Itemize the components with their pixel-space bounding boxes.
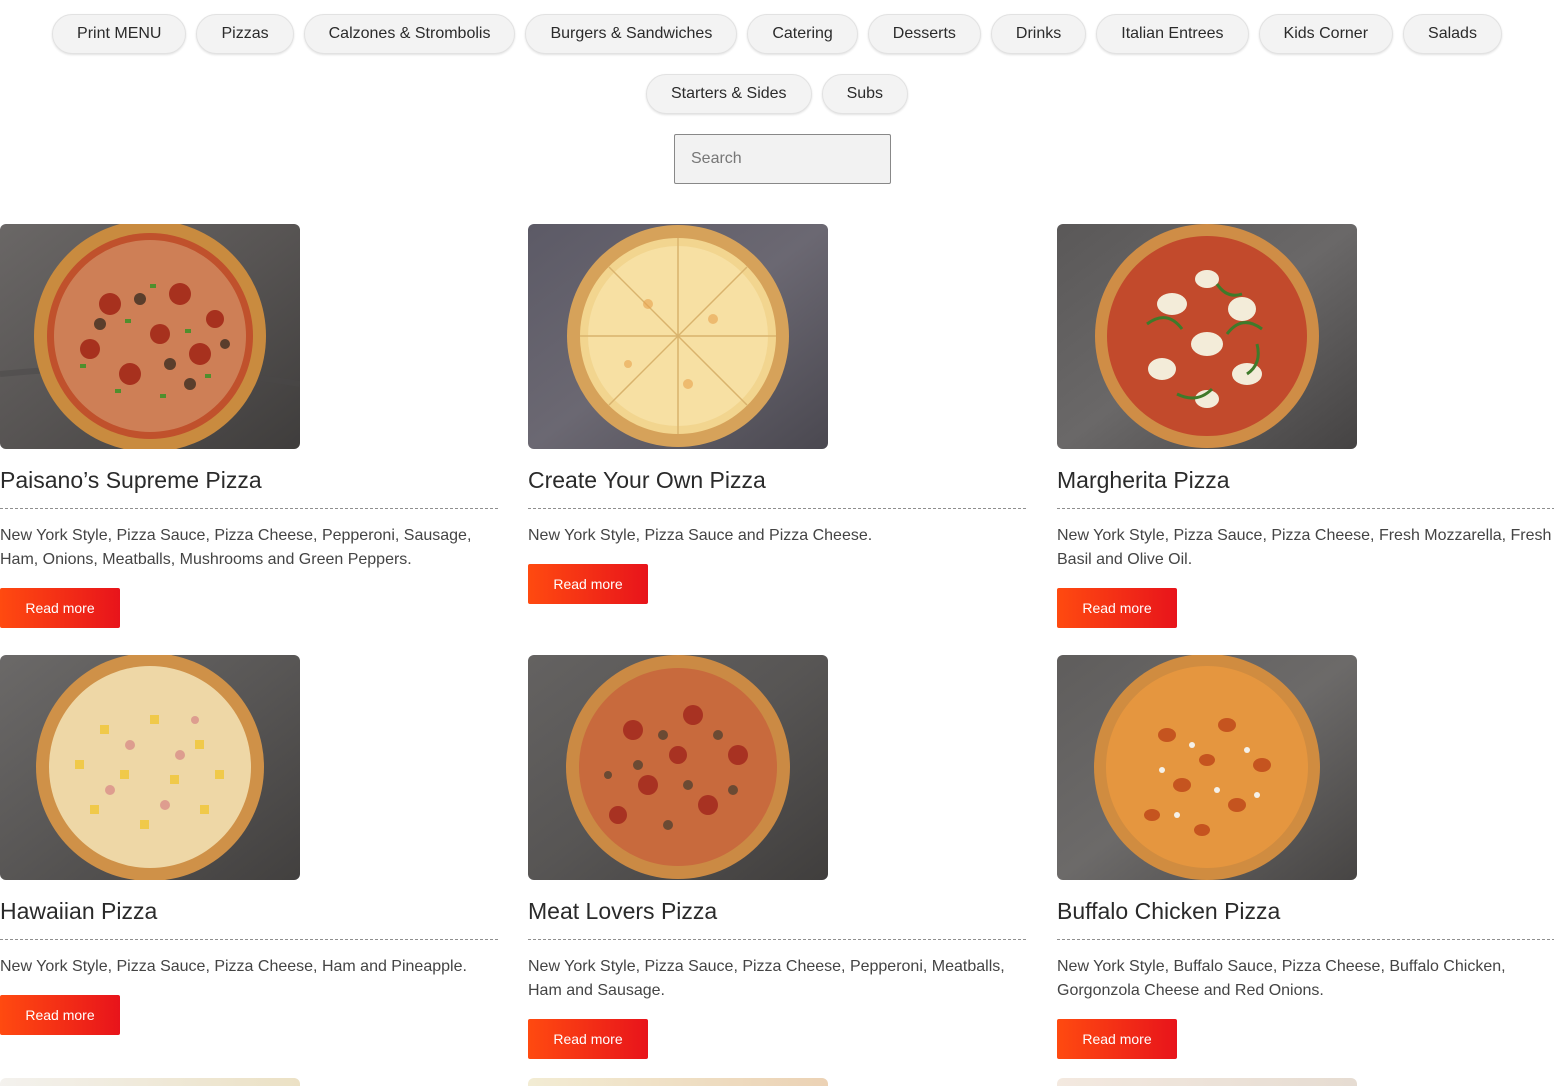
pizza-image[interactable] — [528, 224, 828, 449]
menu-item-card: Create Your Own Pizza New York Style, Pi… — [528, 224, 1026, 604]
next-row-image-peek — [528, 1078, 828, 1086]
menu-item-description: New York Style, Pizza Sauce and Pizza Ch… — [528, 527, 873, 544]
category-catering[interactable]: Catering — [747, 14, 858, 54]
category-italian-entrees[interactable]: Italian Entrees — [1096, 14, 1249, 54]
menu-item-title: Buffalo Chicken Pizza — [1057, 898, 1281, 924]
menu-item-title: Margherita Pizza — [1057, 467, 1230, 493]
pizza-image[interactable] — [1057, 655, 1357, 880]
next-row-image-peek — [0, 1078, 300, 1086]
read-more-button[interactable]: Read more — [528, 564, 648, 604]
pizza-image[interactable] — [528, 655, 828, 880]
next-row-image-peek — [1057, 1078, 1357, 1086]
menu-item-title: Paisano’s Supreme Pizza — [0, 467, 262, 493]
menu-item-description: New York Style, Buffalo Sauce, Pizza Che… — [1057, 958, 1506, 999]
category-burgers-sandwiches[interactable]: Burgers & Sandwiches — [525, 14, 738, 54]
category-drinks[interactable]: Drinks — [990, 14, 1087, 54]
divider — [1057, 508, 1554, 509]
read-more-button[interactable]: Read more — [1057, 588, 1177, 628]
menu-item-title: Create Your Own Pizza — [528, 467, 766, 493]
category-print-menu[interactable]: Print MENU — [52, 14, 187, 54]
pizza-image[interactable] — [1057, 224, 1357, 449]
category-subs[interactable]: Subs — [821, 74, 909, 114]
category-pizzas[interactable]: Pizzas — [196, 14, 294, 54]
menu-item-description: New York Style, Pizza Sauce, Pizza Chees… — [528, 958, 1005, 999]
divider — [528, 508, 1026, 509]
category-desserts[interactable]: Desserts — [867, 14, 981, 54]
menu-item-description: New York Style, Pizza Sauce, Pizza Chees… — [0, 527, 472, 568]
menu-item-card: Margherita Pizza New York Style, Pizza S… — [1057, 224, 1554, 628]
read-more-button[interactable]: Read more — [528, 1019, 648, 1059]
pizza-image[interactable] — [0, 655, 300, 880]
divider — [1057, 939, 1554, 940]
menu-item-card: Meat Lovers Pizza New York Style, Pizza … — [528, 655, 1026, 1059]
category-kids-corner[interactable]: Kids Corner — [1258, 14, 1394, 54]
divider — [0, 939, 498, 940]
read-more-button[interactable]: Read more — [0, 588, 120, 628]
category-row-1: Print MENU Pizzas Calzones & Strombolis … — [0, 14, 1554, 54]
menu-item-card: Buffalo Chicken Pizza New York Style, Bu… — [1057, 655, 1554, 1059]
category-nav: Print MENU Pizzas Calzones & Strombolis … — [0, 14, 1554, 114]
category-salads[interactable]: Salads — [1403, 14, 1502, 54]
divider — [528, 939, 1026, 940]
menu-item-title: Hawaiian Pizza — [0, 898, 158, 924]
menu-item-description: New York Style, Pizza Sauce, Pizza Chees… — [1057, 527, 1552, 568]
read-more-button[interactable]: Read more — [0, 995, 120, 1035]
menu-item-title: Meat Lovers Pizza — [528, 898, 718, 924]
menu-item-card: Paisano’s Supreme Pizza New York Style, … — [0, 224, 498, 628]
category-calzones-strombolis[interactable]: Calzones & Strombolis — [303, 14, 516, 54]
category-starters-sides[interactable]: Starters & Sides — [645, 74, 812, 114]
menu-item-card: Hawaiian Pizza New York Style, Pizza Sau… — [0, 655, 498, 1035]
read-more-button[interactable]: Read more — [1057, 1019, 1177, 1059]
search-input[interactable] — [674, 134, 891, 184]
category-row-2: Starters & Sides Subs — [0, 74, 1554, 114]
pizza-image[interactable] — [0, 224, 300, 449]
divider — [0, 508, 498, 509]
menu-item-description: New York Style, Pizza Sauce, Pizza Chees… — [0, 958, 467, 975]
